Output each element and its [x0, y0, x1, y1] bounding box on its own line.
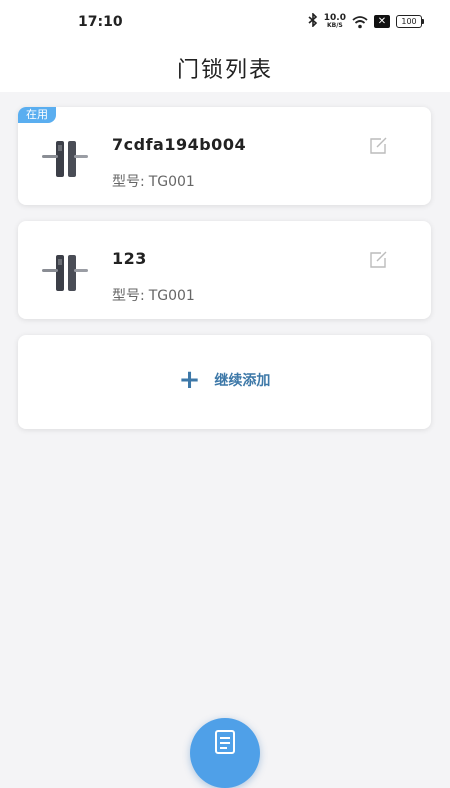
- list-fab-button[interactable]: [190, 718, 260, 788]
- page-title: 门锁列表: [177, 52, 273, 84]
- plus-icon: +: [179, 369, 201, 391]
- model-value: TG001: [149, 288, 195, 304]
- status-bar: 17:10 10.0 KB/S ✕ 100: [0, 0, 450, 44]
- battery-icon: 100: [396, 15, 422, 28]
- document-icon: [214, 729, 236, 755]
- edit-icon[interactable]: [369, 251, 389, 269]
- door-lock-icon: [40, 139, 90, 179]
- app-header: 门锁列表: [0, 44, 450, 92]
- sim-x-icon: ✕: [374, 15, 390, 28]
- edit-icon[interactable]: [369, 137, 389, 155]
- model-label: 型号:: [112, 174, 145, 190]
- status-icons: 10.0 KB/S ✕ 100: [308, 13, 422, 30]
- lock-name: 123: [112, 249, 147, 268]
- add-lock-label: 继续添加: [214, 370, 270, 390]
- add-lock-button[interactable]: + 继续添加: [18, 335, 431, 429]
- lock-model: 型号:TG001: [112, 171, 195, 191]
- lock-card[interactable]: 在用 7cdfa194b004 型号:TG001: [18, 107, 431, 205]
- lock-card[interactable]: 123 型号:TG001: [18, 221, 431, 319]
- lock-model: 型号:TG001: [112, 285, 195, 305]
- lock-name: 7cdfa194b004: [112, 135, 246, 154]
- model-value: TG001: [149, 174, 195, 190]
- network-speed-value: 10.0: [324, 14, 346, 22]
- network-speed-unit: KB/S: [327, 22, 343, 30]
- network-speed: 10.0 KB/S: [324, 14, 346, 30]
- door-lock-icon: [40, 253, 90, 293]
- wifi-icon: [352, 15, 368, 29]
- bluetooth-icon: [308, 13, 318, 30]
- add-lock-content: + 继续添加: [18, 369, 431, 391]
- model-label: 型号:: [112, 288, 145, 304]
- status-time: 17:10: [78, 14, 123, 30]
- in-use-badge: 在用: [18, 107, 56, 123]
